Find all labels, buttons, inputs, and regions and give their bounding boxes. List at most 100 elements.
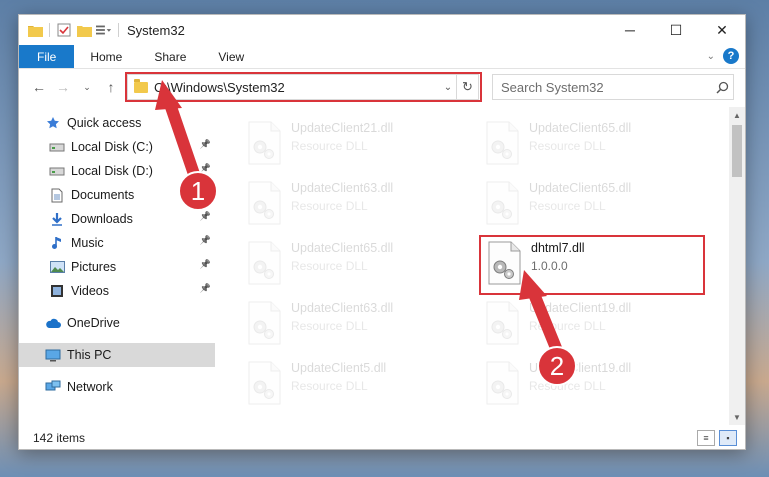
file-description: Resource DLL	[291, 379, 368, 393]
tab-home[interactable]: Home	[74, 45, 138, 68]
search-icon[interactable]	[711, 81, 733, 94]
dll-file-icon	[247, 121, 281, 165]
file-tile[interactable]: UpdateClient19.dll Resource DLL	[479, 359, 704, 415]
dll-file-icon	[247, 181, 281, 225]
scroll-thumb[interactable]	[732, 125, 742, 177]
file-description: Resource DLL	[291, 259, 368, 273]
sidebar-item-quick-access[interactable]: Quick access	[19, 111, 215, 135]
ribbon-right-controls: ⌄ ?	[707, 48, 739, 64]
recent-locations-icon[interactable]: ⌄	[75, 75, 99, 99]
search-box[interactable]: Search System32	[492, 74, 734, 100]
file-description: Resource DLL	[529, 199, 606, 213]
pin-icon[interactable]: 📌	[200, 259, 211, 270]
close-button[interactable]: ✕	[699, 15, 745, 45]
ribbon-tabs: File Home Share View ⌄ ?	[19, 45, 745, 69]
file-name: UpdateClient63.dll	[291, 301, 394, 315]
pictures-icon	[49, 259, 65, 275]
expand-ribbon-icon[interactable]: ⌄	[707, 51, 715, 62]
file-description: Resource DLL	[529, 319, 606, 333]
sidebar-item-network[interactable]: Network	[19, 375, 215, 399]
video-icon	[49, 283, 65, 299]
file-tile[interactable]: UpdateClient19.dll Resource DLL	[479, 299, 704, 355]
cloud-icon	[45, 315, 61, 331]
file-tile[interactable]: UpdateClient65.dll Resource DLL	[479, 119, 704, 175]
sidebar-item-music[interactable]: Music 📌	[19, 231, 215, 255]
step-callout-2: 2	[537, 346, 577, 386]
pin-icon[interactable]: 📌	[200, 283, 211, 294]
window-title: System32	[127, 22, 185, 38]
pin-icon[interactable]: 📌	[200, 235, 211, 246]
file-name: UpdateClient5.dll	[291, 361, 387, 375]
tab-share[interactable]: Share	[138, 45, 202, 68]
status-bar: 142 items ≡ ▪	[19, 427, 745, 449]
vertical-scrollbar[interactable]: ▲ ▼	[729, 107, 745, 425]
sidebar-item-downloads[interactable]: Downloads 📌	[19, 207, 215, 231]
explorer-window: System32 ─ ☐ ✕ File Home Share View ⌄ ? …	[18, 14, 746, 450]
dll-file-icon	[247, 301, 281, 345]
file-tile[interactable]: UpdateClient21.dll Resource DLL	[241, 119, 466, 175]
dll-file-icon	[485, 121, 519, 165]
network-icon	[45, 379, 61, 395]
dll-file-tile-highlighted[interactable]: dhtml7.dll 1.0.0.0	[479, 235, 705, 295]
forward-arrow-icon[interactable]: →	[51, 75, 75, 99]
pin-icon[interactable]: 📌	[200, 139, 211, 150]
back-arrow-icon[interactable]: ←	[27, 75, 51, 99]
sidebar-item-pictures[interactable]: Pictures 📌	[19, 255, 215, 279]
folder-icon[interactable]	[27, 22, 43, 38]
file-name: UpdateClient21.dll	[291, 121, 394, 135]
document-icon	[49, 187, 65, 203]
up-arrow-icon[interactable]: ↑	[99, 75, 123, 99]
dll-file-icon	[247, 241, 281, 285]
sidebar-item-label: Quick access	[67, 116, 142, 130]
file-tile[interactable]: UpdateClient63.dll Resource DLL	[241, 179, 466, 235]
maximize-button[interactable]: ☐	[653, 15, 699, 45]
item-count: 142 items	[33, 431, 86, 445]
minimize-button[interactable]: ─	[607, 15, 653, 45]
file-description: Resource DLL	[291, 319, 368, 333]
sidebar-item-label: Network	[67, 380, 113, 394]
tiles-view-icon[interactable]: ▪	[719, 430, 737, 446]
tab-file[interactable]: File	[19, 45, 75, 68]
file-name: UpdateClient65.dll	[529, 181, 632, 195]
title-bar: System32 ─ ☐ ✕	[19, 15, 745, 45]
toolbar-divider	[118, 23, 119, 37]
sidebar-item-local-disk-c[interactable]: Local Disk (C:) 📌	[19, 135, 215, 159]
file-description: 1.0.0.0	[531, 259, 568, 273]
search-input[interactable]: Search System32	[501, 80, 711, 95]
customize-toolbar-icon[interactable]	[96, 22, 112, 38]
help-icon[interactable]: ?	[723, 48, 739, 64]
pin-icon[interactable]: 📌	[200, 211, 211, 222]
drive-icon	[49, 139, 65, 155]
scroll-down-icon[interactable]: ▼	[729, 409, 745, 425]
sidebar-item-this-pc[interactable]: This PC	[19, 343, 215, 367]
file-tile[interactable]: UpdateClient5.dll Resource DLL	[241, 359, 466, 415]
dll-file-icon	[485, 181, 519, 225]
window-controls: ─ ☐ ✕	[607, 15, 745, 45]
file-tile[interactable]: UpdateClient65.dll Resource DLL	[479, 179, 704, 235]
star-icon	[45, 115, 61, 131]
sidebar-item-label: Downloads	[71, 212, 133, 226]
sidebar-item-videos[interactable]: Videos 📌	[19, 279, 215, 303]
file-tile[interactable]: UpdateClient63.dll Resource DLL	[241, 299, 466, 355]
file-description: Resource DLL	[529, 139, 606, 153]
file-tile[interactable]: UpdateClient65.dll Resource DLL	[241, 239, 466, 295]
file-description: Resource DLL	[291, 199, 368, 213]
step-callout-1: 1	[178, 171, 218, 211]
sidebar-item-label: Music	[71, 236, 104, 250]
details-view-icon[interactable]: ≡	[697, 430, 715, 446]
toolbar-divider	[49, 23, 50, 37]
quick-access-toolbar	[19, 22, 121, 38]
scroll-up-icon[interactable]: ▲	[729, 107, 745, 123]
navigation-bar: ← → ⌄ ↑ C:\Windows\System32 ⌄ ↻ Search S…	[19, 71, 745, 103]
sidebar-item-label: Documents	[71, 188, 135, 202]
sidebar-item-label: This PC	[67, 348, 112, 362]
computer-icon	[45, 347, 61, 363]
download-icon	[49, 211, 65, 227]
tab-view[interactable]: View	[202, 45, 260, 68]
sidebar-item-onedrive[interactable]: OneDrive	[19, 311, 215, 335]
new-folder-icon[interactable]	[76, 22, 92, 38]
properties-icon[interactable]	[56, 22, 72, 38]
